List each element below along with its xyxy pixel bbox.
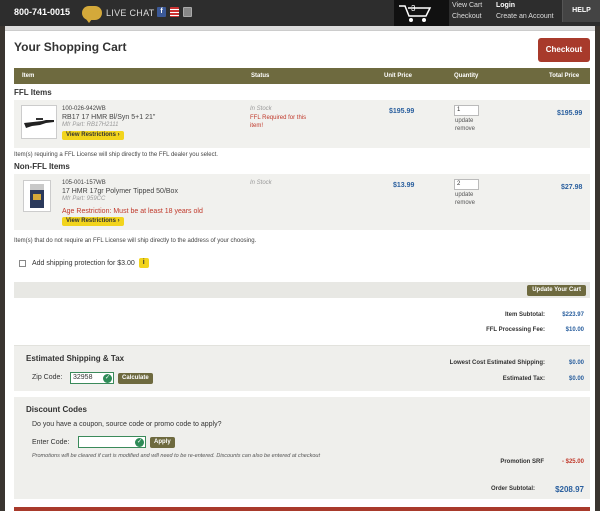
live-chat-label: LIVE CHAT: [106, 8, 155, 18]
item-name[interactable]: RB17 17 HMR Bl/Syn 5+1 21": [62, 114, 155, 121]
item-mfr-part: Mfr Part: RB17H2111: [62, 122, 119, 128]
cart-button[interactable]: 3: [394, 0, 449, 26]
create-account-link[interactable]: Create an Account: [496, 13, 554, 20]
col-unit-price: Unit Price: [384, 73, 413, 79]
order-subtotal-label: Order Subtotal:: [490, 486, 535, 492]
help-button[interactable]: HELP: [562, 0, 600, 22]
update-link[interactable]: update: [455, 192, 473, 198]
remove-link[interactable]: remove: [455, 200, 475, 206]
bottom-checkout-bar: [14, 507, 590, 511]
page-title: Your Shopping Cart: [14, 40, 127, 54]
promo-code-input[interactable]: ✓: [78, 436, 146, 448]
apply-button[interactable]: Apply: [150, 437, 175, 448]
live-chat-button[interactable]: LIVE CHAT: [82, 4, 168, 23]
shipping-estimate-title: Estimated Shipping & Tax: [26, 354, 125, 363]
est-shipping-label: Lowest Cost Estimated Shipping:: [449, 360, 545, 366]
item-sku: 105-001-157WB: [62, 180, 106, 186]
check-icon: ✓: [103, 374, 112, 383]
shipping-protection: Add shipping protection for $3.00 i: [19, 258, 149, 268]
col-total-price: Total Price: [549, 73, 580, 79]
view-restrictions-button[interactable]: View Restrictions ›: [62, 217, 124, 226]
checkout-link[interactable]: Checkout: [452, 13, 482, 20]
ffl-shipping-note: Item(s) requiring a FFL License will shi…: [14, 152, 218, 158]
promotion-label: Promotion SRF: [500, 459, 544, 465]
total-price: $27.98: [561, 184, 583, 191]
check-icon: ✓: [135, 438, 144, 447]
nonffl-section-label: Non-FFL Items: [14, 162, 70, 171]
quantity-input[interactable]: 1: [454, 105, 479, 116]
view-restrictions-button[interactable]: View Restrictions ›: [62, 131, 124, 140]
cart-row-nonffl: 105-001-157WB 17 HMR 17gr Polymer Tipped…: [14, 174, 590, 230]
chat-bubble-icon: [82, 6, 102, 23]
ffl-fee-label: FFL Processing Fee:: [486, 327, 545, 333]
total-price: $195.99: [557, 110, 583, 117]
promotion-value: - $25.00: [561, 459, 584, 465]
cart-icon: [399, 5, 432, 22]
update-bar: Update Your Cart: [14, 282, 590, 298]
cart-table-header: Item Status Unit Price Quantity Total Pr…: [14, 68, 590, 84]
item-sku: 100-026-942WB: [62, 106, 106, 112]
item-mfr-part: Mfr Part: 959CC: [62, 196, 106, 202]
checkout-button[interactable]: Checkout: [538, 38, 590, 62]
top-bar: 800-741-0015 LIVE CHAT f 3 View Cart Che…: [0, 0, 600, 26]
shipping-protection-checkbox[interactable]: [19, 259, 26, 267]
flag-icon[interactable]: [170, 7, 179, 17]
item-subtotal-label: Item Subtotal:: [505, 312, 545, 318]
calculate-button[interactable]: Calculate: [118, 373, 153, 384]
discount-codes-title: Discount Codes: [26, 405, 87, 414]
item-name[interactable]: 17 HMR 17gr Polymer Tipped 50/Box: [62, 188, 178, 195]
discount-note: Promotions will be cleared if cart is mo…: [32, 453, 320, 459]
zip-code-value: 32958: [73, 374, 93, 381]
nonffl-shipping-note: Item(s) that do not require an FFL Licen…: [14, 238, 257, 244]
shipping-estimate-box: Estimated Shipping & Tax Zip Code: 32958…: [14, 345, 590, 391]
col-status: Status: [251, 73, 270, 79]
facebook-icon[interactable]: f: [157, 7, 166, 17]
ffl-required-note: FFL Required for this item!: [250, 115, 307, 129]
col-item: Item: [22, 73, 35, 79]
discount-codes-box: Discount Codes Do you have a coupon, sou…: [14, 397, 590, 499]
info-icon[interactable]: i: [138, 258, 149, 268]
item-status: In Stock: [250, 106, 272, 112]
update-cart-button[interactable]: Update Your Cart: [527, 285, 586, 296]
ffl-section-label: FFL Items: [14, 88, 52, 97]
col-quantity: Quantity: [454, 73, 479, 79]
enter-code-label: Enter Code:: [32, 439, 70, 446]
zip-code-input[interactable]: 32958 ✓: [70, 372, 114, 384]
rifle-thumbnail[interactable]: [21, 105, 57, 139]
est-shipping-value: $0.00: [568, 360, 584, 366]
ffl-fee-value: $10.00: [565, 327, 584, 333]
age-restriction-note: Age Restriction: Must be at least 18 yea…: [62, 208, 203, 215]
panel-divider: [5, 26, 595, 31]
shipping-protection-label: Add shipping protection for $3.00: [32, 259, 135, 267]
zip-code-label: Zip Code:: [32, 374, 63, 381]
cart-panel: Your Shopping Cart Checkout Item Status …: [5, 26, 595, 511]
order-subtotal-value: $208.97: [555, 485, 584, 494]
unit-price: $195.99: [389, 108, 415, 115]
est-tax-value: $0.00: [568, 376, 584, 382]
item-status: In Stock: [250, 180, 272, 186]
phone-number[interactable]: 800-741-0015: [14, 7, 70, 17]
email-icon[interactable]: [183, 7, 192, 17]
quantity-input[interactable]: 2: [454, 179, 479, 190]
remove-link[interactable]: remove: [455, 126, 475, 132]
ammo-thumbnail[interactable]: [23, 180, 51, 212]
cart-row-ffl: 100-026-942WB RB17 17 HMR Bl/Syn 5+1 21"…: [14, 100, 590, 148]
discount-question: Do you have a coupon, source code or pro…: [32, 421, 222, 428]
unit-price: $13.99: [393, 182, 415, 189]
login-link[interactable]: Login: [496, 2, 515, 9]
view-cart-link[interactable]: View Cart: [452, 2, 482, 9]
update-link[interactable]: update: [455, 118, 473, 124]
est-tax-label: Estimated Tax:: [502, 376, 545, 382]
item-subtotal-value: $223.97: [562, 312, 584, 318]
cart-count: 3: [411, 4, 416, 13]
